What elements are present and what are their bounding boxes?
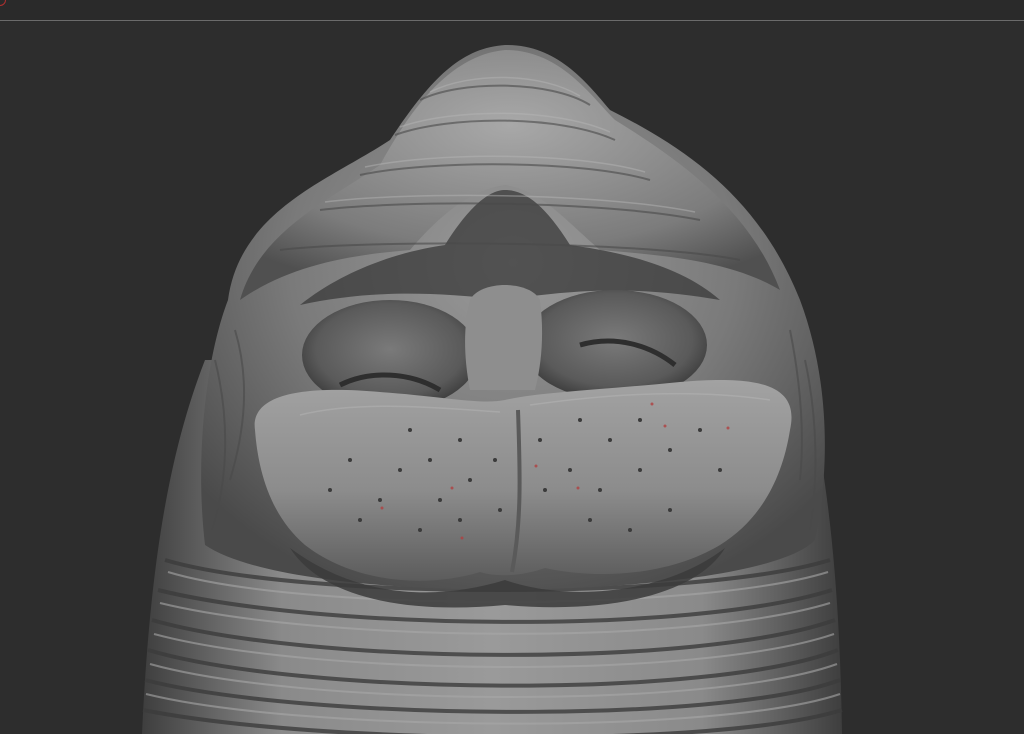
nose-bridge <box>465 285 543 390</box>
sculpt-model-render[interactable] <box>0 0 1024 734</box>
3d-viewport[interactable] <box>0 22 1024 734</box>
sculpt-app-window <box>0 0 1024 734</box>
